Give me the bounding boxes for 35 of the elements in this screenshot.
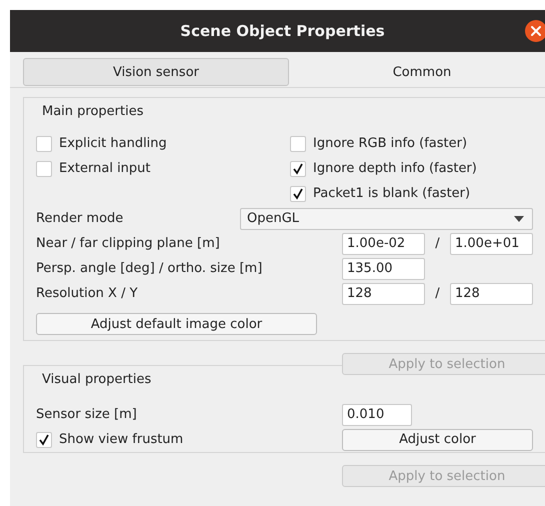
field-label: Persp. angle [deg] / ortho. size [m] [36, 261, 264, 276]
caret-icon [514, 216, 524, 222]
input-field[interactable]: 135.00 [342, 258, 425, 280]
group-title: Main properties [42, 104, 145, 121]
checkbox[interactable] [290, 136, 306, 152]
checkbox-label: Explicit handling [59, 136, 167, 151]
close-icon[interactable] [525, 20, 545, 42]
checkbox-label: Ignore RGB info (faster) [313, 136, 468, 151]
window-title: Scene Object Properties [180, 22, 385, 40]
field-label: Render mode [36, 211, 124, 226]
checkbox[interactable] [36, 160, 52, 176]
checkbox[interactable] [36, 432, 52, 448]
input-field[interactable]: 0.010 [342, 404, 412, 426]
group-title: Visual properties [42, 372, 152, 389]
checkbox-label: Show view frustum [59, 432, 184, 447]
separator-text: / [434, 286, 441, 301]
checkbox-label: External input [59, 161, 151, 176]
checkbox[interactable] [290, 186, 306, 202]
separator-text: / [434, 236, 441, 251]
checkbox-label: Packet1 is blank (faster) [313, 186, 470, 201]
checkbox-label: Ignore depth info (faster) [313, 161, 477, 176]
input-field[interactable]: 1.00e-02 [342, 232, 425, 254]
tab[interactable]: Vision sensor [23, 58, 289, 86]
checkbox[interactable] [290, 160, 306, 176]
input-field[interactable]: 128 [450, 282, 533, 304]
adjust-image-color-button[interactable]: Adjust default image color [36, 313, 317, 335]
field-label: Resolution X / Y [36, 286, 139, 301]
field-label: Near / far clipping plane [m] [36, 236, 221, 251]
render-mode-dropdown[interactable]: OpenGL [240, 208, 533, 230]
checkbox[interactable] [36, 136, 52, 152]
input-field[interactable]: 1.00e+01 [450, 232, 533, 254]
tab[interactable]: Common [289, 58, 545, 86]
adjust-color-button[interactable]: Adjust color [342, 428, 533, 450]
input-field[interactable]: 128 [342, 282, 425, 304]
field-label: Sensor size [m] [36, 407, 138, 422]
